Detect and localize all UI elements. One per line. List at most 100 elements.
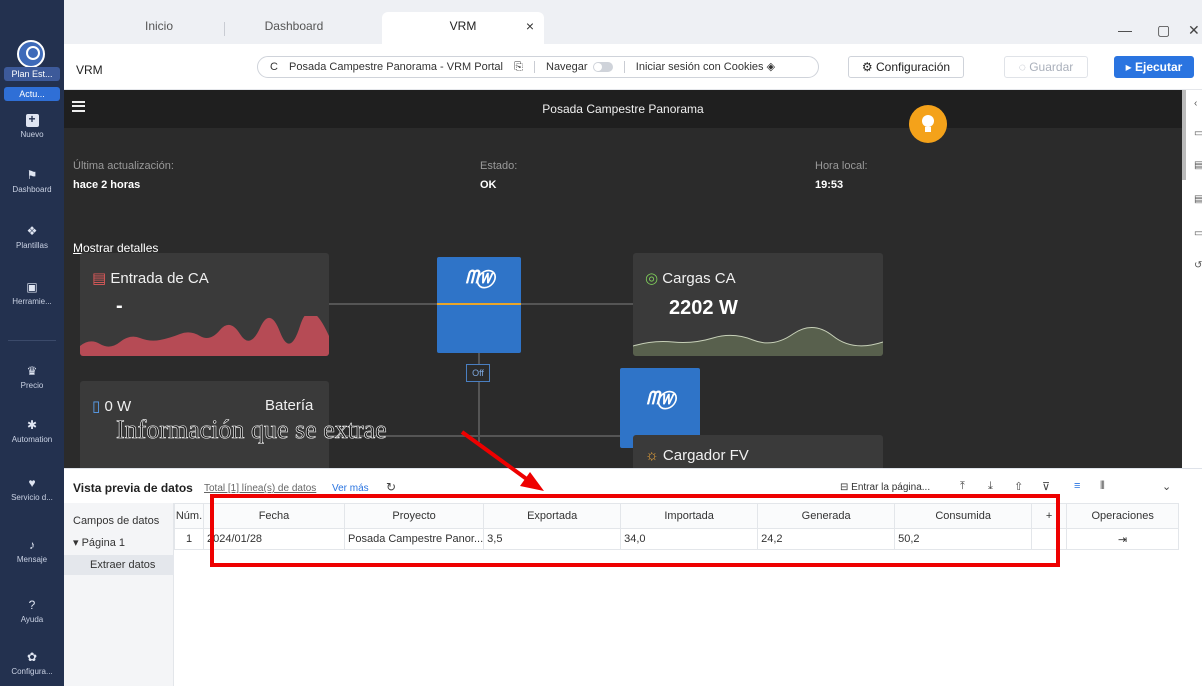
sidebar-item-label: Automation [11, 435, 53, 444]
site-label: VRM [76, 63, 103, 77]
row-action-icon[interactable]: ⇥ [1066, 528, 1180, 550]
tab-inicio[interactable]: Inicio [104, 12, 214, 44]
copy-icon[interactable]: ⎘ [514, 57, 523, 77]
victron-logo-icon: ᗰⓌ [646, 388, 675, 408]
collapse-panel-icon[interactable]: ⌄ [1162, 480, 1171, 493]
panel-icon[interactable]: ▭ [1194, 128, 1202, 139]
divider [623, 61, 625, 74]
enter-page-button[interactable]: ⊟ Entrar la página... [840, 482, 930, 493]
tab-divider [224, 22, 225, 36]
expand-icon[interactable]: ⤒ [960, 480, 965, 493]
undo-icon[interactable]: ↺ [1194, 260, 1202, 271]
annotation-highlight-box [210, 494, 1060, 567]
tab-dashboard[interactable]: Dashboard [234, 12, 354, 44]
cell-num: 1 [174, 528, 204, 550]
tab-bar: Inicio Dashboard VRM × — ▢ ✕ [64, 0, 1202, 44]
annotation-text: Información que se extrae [116, 415, 387, 445]
navigate-toggle[interactable]: Navegar [546, 57, 613, 77]
run-label: Ejecutar [1135, 60, 1183, 74]
extract-data-item[interactable]: Extraer datos [64, 555, 174, 575]
sidebar-item-label: Nuevo [20, 130, 44, 139]
toggle-switch[interactable] [592, 62, 613, 73]
sidebar-item-label: Mensaje [16, 555, 48, 564]
filter-icon[interactable]: ⊽ [1042, 480, 1050, 493]
page-node[interactable]: ▾ Página 1 [73, 536, 125, 549]
sidebar-item-plantillas[interactable]: ❖ Plantillas [0, 224, 64, 250]
maximize-button[interactable]: ▢ [1157, 22, 1170, 39]
sun-icon: ☼ [645, 447, 659, 464]
help-icon: ? [28, 598, 36, 612]
ac-loads-sparkline [633, 327, 883, 356]
config-button[interactable]: ⚙ Configuración [848, 56, 964, 78]
status-value: OK [480, 179, 497, 191]
save-icon: ◌ [1018, 60, 1030, 74]
sidebar-item-mensaje[interactable]: ♪ Mensaje [0, 538, 64, 564]
sidebar-item-configuracion[interactable]: ✿ Configura... [0, 650, 64, 676]
wire [329, 303, 437, 305]
minimize-button[interactable]: — [1118, 22, 1132, 38]
panel-icon[interactable]: ▭ [1194, 228, 1202, 239]
col-num[interactable]: Núm. [174, 503, 204, 529]
sidebar-item-dashboard[interactable]: ⚑ Dashboard [0, 168, 64, 194]
tab-vrm[interactable]: VRM × [382, 12, 544, 44]
list-view-icon[interactable]: ≡ [1074, 480, 1080, 492]
doc-icon[interactable]: ▤ [1194, 160, 1202, 171]
sidebar-item-nuevo[interactable]: Nuevo [0, 114, 64, 139]
avatar[interactable] [17, 40, 45, 68]
sidebar-item-active[interactable]: Actu... [4, 87, 60, 101]
address-toolbar: VRM C Posada Campestre Panorama - VRM Po… [64, 44, 1202, 90]
upload-icon[interactable]: ⇧ [1014, 480, 1023, 493]
lightbulb-icon[interactable] [909, 105, 947, 143]
portal-topbar: Posada Campestre Panorama [64, 90, 1182, 128]
address-text[interactable]: Posada Campestre Panorama - VRM Portal [289, 57, 503, 77]
fields-panel: Campos de datos ▾ Página 1 Extraer datos [64, 503, 174, 686]
right-scrollbar[interactable]: ‹ ▭ ▤ ▤ ▭ ↺ [1182, 90, 1202, 468]
sidebar-item-ayuda[interactable]: ? Ayuda [0, 598, 64, 624]
save-button[interactable]: ◌ Guardar [1004, 56, 1088, 78]
dashboard-icon: ⚑ [26, 168, 38, 182]
enter-page-label: Entrar la página... [851, 482, 931, 493]
battery-power: ▯ 0 W [92, 397, 131, 415]
shield-icon: ◈ [766, 61, 776, 73]
sidebar-item-precio[interactable]: ♛ Precio [0, 364, 64, 390]
cookie-login[interactable]: Iniciar sesión con Cookies ◈ [636, 57, 775, 77]
sidebar-item-automation[interactable]: ✱ Automation [0, 418, 64, 444]
portal-title: Posada Campestre Panorama [542, 102, 704, 116]
run-button[interactable]: ▸ Ejecutar [1114, 56, 1194, 78]
ac-input-value: - [116, 295, 123, 317]
sidebar-item-label: Plantillas [15, 241, 48, 250]
close-tab-icon[interactable]: × [526, 12, 534, 40]
plus-square-icon [25, 114, 39, 127]
refresh-icon[interactable]: ↻ [386, 480, 396, 494]
sidebar-item-label: Precio [20, 381, 44, 390]
ac-input-label: Entrada de CA [110, 270, 209, 287]
save-label: Guardar [1029, 60, 1074, 74]
ac-loads-card[interactable]: ◎ Cargas CA 2202 W [633, 253, 883, 356]
column-view-icon[interactable]: ⦀ [1100, 480, 1105, 493]
pv-charger-card[interactable]: ☼ Cargador FV [633, 435, 883, 468]
sidebar-item-servicio[interactable]: ♥ Servicio d... [0, 476, 64, 502]
tab-label: VRM [449, 19, 477, 33]
battery-title: Batería [265, 397, 314, 414]
victron-logo-icon: ᗰⓌ [465, 267, 494, 287]
see-more-link[interactable]: Ver más [332, 483, 369, 494]
collapse-icon[interactable]: ‹ [1194, 98, 1197, 109]
plan-badge[interactable]: Plan Est... [4, 67, 60, 81]
sidebar-divider [8, 340, 56, 341]
sidebar-item-herramientas[interactable]: ▣ Herramie... [0, 280, 64, 306]
address-bar[interactable]: C Posada Campestre Panorama - VRM Portal… [257, 56, 819, 78]
ac-input-sparkline [80, 316, 329, 356]
ac-input-card[interactable]: ▤ Entrada de CA - [80, 253, 329, 356]
wire [521, 303, 633, 305]
play-icon: ▸ [1125, 60, 1135, 74]
download-icon[interactable]: ⤓ [988, 480, 993, 493]
doc-icon[interactable]: ▤ [1194, 194, 1202, 205]
fields-heading: Campos de datos [73, 515, 160, 527]
plug-icon: ▤ [92, 270, 107, 287]
scroll-thumb[interactable] [1182, 90, 1186, 180]
refresh-icon[interactable]: C [270, 57, 278, 77]
battery-icon: ▯ [92, 398, 101, 415]
inverter-block[interactable]: ᗰⓌ [437, 257, 521, 353]
close-window-button[interactable]: ✕ [1188, 22, 1200, 39]
local-time-label: Hora local: [815, 160, 868, 172]
